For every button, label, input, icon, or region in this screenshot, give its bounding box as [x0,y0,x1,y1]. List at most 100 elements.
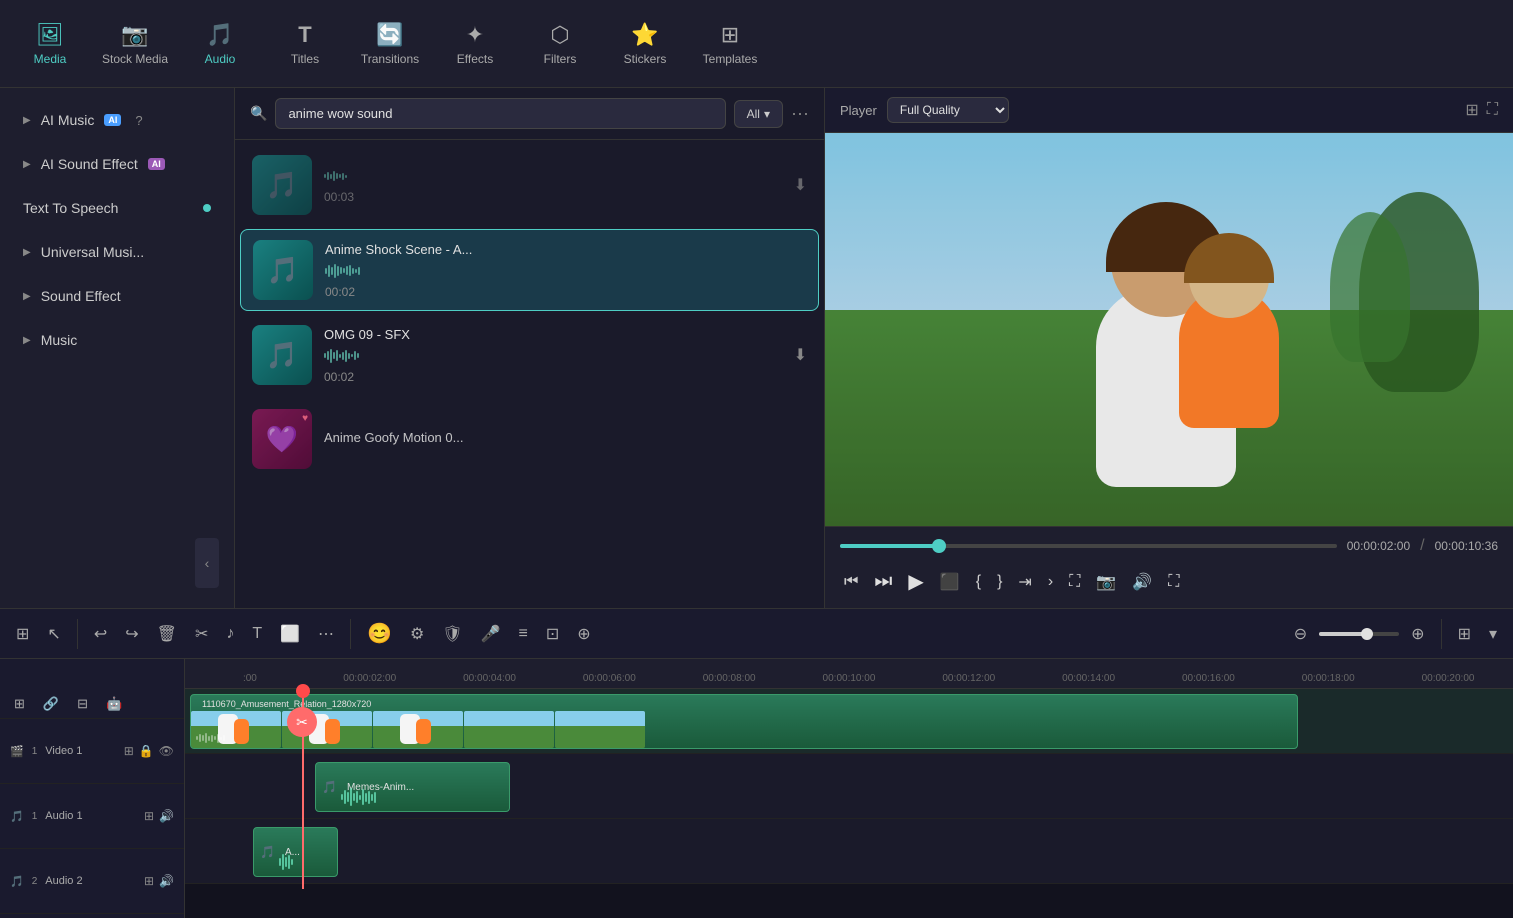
video-clip[interactable]: 1110670_Amusement_Relation_1280x720 [190,694,1298,749]
cut-button[interactable]: ✂ [189,620,214,648]
filter-chevron-icon: ▾ [764,107,770,121]
player-label: Player [840,103,877,118]
quality-select[interactable]: Full Quality Preview Quality [887,97,1009,123]
zoom-slider[interactable] [1319,632,1399,636]
track-label-audio-1: 🎵 1 Audio 1 ⊞ 🔊 [0,784,184,849]
audio1-add-button[interactable]: ⊞ [144,809,154,823]
more-tl-button[interactable]: ⋯ [312,620,340,648]
frame-back-button[interactable]: ⏭ [870,566,896,597]
fx-button[interactable]: ⚙ [404,620,430,648]
list-button[interactable]: ≡ [513,621,534,647]
effects-icon: ✦ [466,22,484,48]
mark-in-button[interactable]: { [972,569,985,595]
timeline-main: ⊞ 🔗 ⊟ 🤖 🎬 1 Video 1 ⊞ 🔒 👁 🎵 1 [0,659,1513,918]
video-add-button[interactable]: ⊞ [124,744,134,758]
layout-grid-button[interactable]: ⊞ [1452,620,1477,648]
sidebar-item-text-to-speech[interactable]: Text To Speech [8,188,226,228]
screenshot-button[interactable]: 📷 [1092,568,1120,596]
stop-button[interactable]: ⬛ [936,568,964,596]
mic-button[interactable]: 🎤 [475,620,507,648]
clip-button[interactable]: ⬜ [274,620,306,648]
delete-button[interactable]: 🗑 [151,620,183,648]
toolbar-item-titles[interactable]: T Titles [265,6,345,81]
toolbar-label-effects: Effects [457,52,493,66]
split-track-button[interactable]: ⊟ [71,692,94,716]
link-tracks-button[interactable]: 🔗 [37,692,65,716]
sidebar-item-sound-effect[interactable]: ▶ Sound Effect [8,276,226,316]
waveform-2 [324,346,782,366]
fullscreen-button[interactable]: ⛶ [1065,569,1084,595]
zoom-in-button[interactable]: ⊕ [1405,620,1430,648]
audio-1-track-icon: 🎵 [10,810,24,823]
zoom-fill [1319,632,1367,636]
titles-icon: T [298,22,311,48]
export-button[interactable]: ⇥ [1014,568,1035,596]
sidebar-item-universal-music[interactable]: ▶ Universal Musi... [8,232,226,272]
toolbar-item-templates[interactable]: ⊞ Templates [690,6,770,81]
toolbar-item-media[interactable]: 🖼 Media [10,6,90,81]
add-button[interactable]: ⊕ [571,620,596,648]
more-button[interactable]: ⛶ [1164,569,1183,595]
toolbar-item-audio[interactable]: 🎵 Audio [180,6,260,81]
text-button[interactable]: T [246,621,268,647]
undo-button[interactable]: ↩ [88,620,113,648]
list-item[interactable]: 🎵 00:03 ⬇ [240,145,819,225]
audio-button[interactable]: ♪ [220,621,240,647]
list-item[interactable]: 🎵 Anime Shock Scene - A... 00:02 [240,229,819,311]
video-clip-label: 1110670_Amusement_Relation_1280x720 [196,697,377,711]
sidebar-collapse-button[interactable]: ‹ [195,538,219,588]
audio2-add-button[interactable]: ⊞ [144,874,154,888]
stock-media-icon: 📷 [121,22,148,48]
expand-icon-universal-music: ▶ [23,247,31,258]
time-current: 00:00:02:00 [1347,539,1410,553]
more-options-button[interactable]: ··· [791,103,809,124]
audio-clip-1[interactable]: 🎵 Memes-Anim... [315,762,510,812]
audio-title-2: OMG 09 - SFX [324,327,782,342]
sidebar-item-music[interactable]: ▶ Music [8,320,226,360]
settings-button[interactable]: › [1044,569,1057,595]
zoom-thumb[interactable] [1361,628,1373,640]
expand-view-button[interactable]: ⛶ [1487,100,1498,120]
audio1-vol-button[interactable]: 🔊 [159,809,174,823]
zoom-out-button[interactable]: ⊖ [1288,620,1313,648]
audio2-vol-button[interactable]: 🔊 [159,874,174,888]
track-label-video-1: 🎬 1 Video 1 ⊞ 🔒 👁 [0,719,184,784]
play-button[interactable]: ▶ [904,565,927,598]
layout-expand-button[interactable]: ▾ [1483,620,1503,648]
add-track-button[interactable]: ⊞ [8,692,31,716]
sidebar-item-ai-sound-effect[interactable]: ▶ AI Sound Effect AI [8,144,226,184]
toolbar-item-stickers[interactable]: ⭐ Stickers [605,6,685,81]
progress-fill [840,544,939,548]
progress-thumb[interactable] [932,539,946,553]
video-lock-button[interactable]: 🔒 [139,744,154,758]
download-icon-2[interactable]: ⬇ [794,345,807,365]
search-input[interactable] [275,98,725,129]
audio-duration-1: 00:02 [325,285,806,299]
mark-out-button[interactable]: } [993,569,1006,595]
ai-track-button[interactable]: 🤖 [100,692,128,716]
grid-view-button[interactable]: ⊞ [1465,100,1478,120]
audio-clip-2[interactable]: 🎵 A... [253,827,338,877]
face-button[interactable]: 😊 [361,617,398,650]
progress-track[interactable] [840,544,1337,548]
list-item[interactable]: 🎵 OMG 09 - SFX 00:02 ⬇ [240,315,819,395]
filter-dropdown[interactable]: All ▾ [734,100,783,128]
volume-button[interactable]: 🔊 [1128,568,1156,596]
video-eye-button[interactable]: 👁 [159,744,174,758]
rewind-button[interactable]: ⏮ [840,569,862,595]
toolbar-item-transitions[interactable]: 🔄 Transitions [350,6,430,81]
ruler-mark-2: 00:00:04:00 [430,673,550,684]
redo-button[interactable]: ↪ [119,620,144,648]
shield-button[interactable]: 🛡 [436,620,468,648]
list-item[interactable]: 💜 ♥ Anime Goofy Motion 0... [240,399,819,479]
download-icon-0[interactable]: ⬇ [794,175,807,195]
timeline-content[interactable]: :00 00:00:02:00 00:00:04:00 00:00:06:00 … [185,659,1513,918]
timeline-grid-button[interactable]: ⊞ [10,620,35,648]
toolbar-item-stock-media[interactable]: 📷 Stock Media [95,6,175,81]
layout-button[interactable]: ⊡ [540,620,565,648]
toolbar-item-effects[interactable]: ✦ Effects [435,6,515,81]
toolbar-item-filters[interactable]: ⬡ Filters [520,6,600,81]
sidebar-item-ai-music[interactable]: ▶ AI Music AI ? [8,100,226,140]
timeline-select-button[interactable]: ↖ [41,620,66,648]
ai-music-help-icon[interactable]: ? [135,113,142,128]
